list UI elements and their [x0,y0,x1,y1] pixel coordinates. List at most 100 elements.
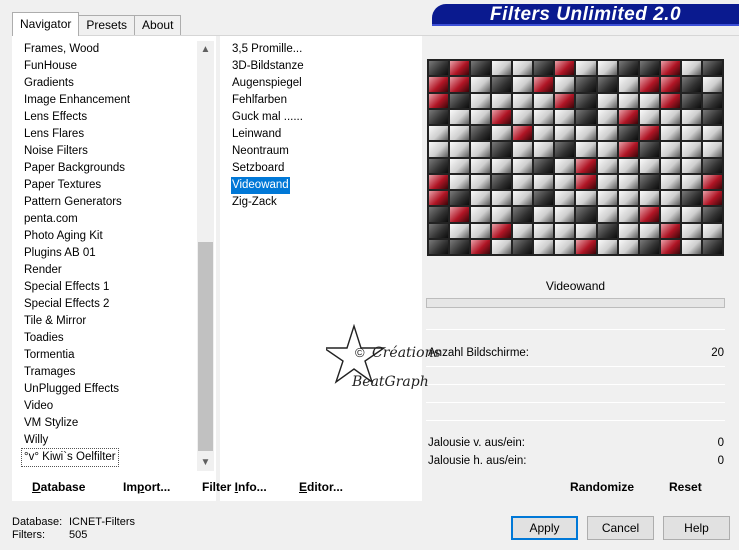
preview-tile [702,77,722,92]
param-row-anzahl[interactable]: Anzahl Bildschirme: 20 [428,347,724,363]
preview-tile [681,207,701,222]
category-item[interactable]: Paper Textures [24,177,204,194]
scroll-up-icon[interactable]: ▲ [197,41,214,58]
category-item[interactable]: FunHouse [24,58,204,75]
category-item[interactable]: Lens Effects [24,109,204,126]
category-item[interactable]: Pattern Generators [24,194,204,211]
preview-tile [702,93,722,108]
preview-tile [576,191,596,206]
status-db-value: ICNET-Filters [69,516,135,528]
preview-tile [429,174,449,189]
tab-presets[interactable]: Presets [78,15,136,36]
preview-tile [555,239,575,254]
preview-tile [660,239,680,254]
category-item[interactable]: penta.com [24,211,204,228]
preview-tile [639,207,659,222]
category-item[interactable]: Tile & Mirror [24,313,204,330]
tab-about[interactable]: About [134,15,182,36]
preview-tile [702,158,722,173]
preview-tile [429,142,449,157]
filter-item[interactable]: Augenspiegel [231,75,303,92]
category-item[interactable]: Special Effects 2 [24,296,204,313]
preview-tile [450,207,470,222]
category-item[interactable]: Render [24,262,204,279]
preview-tile [555,126,575,141]
preview-tile [555,223,575,238]
category-item[interactable]: Tramages [24,364,204,381]
preview-tile [492,239,512,254]
filter-item[interactable]: Leinwand [231,126,282,143]
filter-item[interactable]: Fehlfarben [231,92,288,109]
preview-tile [555,93,575,108]
watermark-line1: Créations [372,345,441,361]
filter-item[interactable]: Videowand [231,177,290,194]
category-item[interactable]: Frames, Wood [24,41,204,58]
preview-tile [534,93,554,108]
category-item[interactable]: Gradients [24,75,204,92]
randomize-button[interactable]: Randomize [570,480,634,494]
preview-tile [597,126,617,141]
reset-button[interactable]: Reset [669,480,702,494]
param-row-jalousie-h[interactable]: Jalousie h. aus/ein: 0 [428,455,724,471]
preview-tile [450,77,470,92]
cancel-button[interactable]: Cancel [587,516,654,540]
tab-strip: Navigator Presets About [12,12,182,36]
preview-tile [450,142,470,157]
filter-info-link[interactable]: Filter Info... [202,480,267,494]
category-item[interactable]: UnPlugged Effects [24,381,204,398]
filter-item[interactable]: Neontraum [231,143,290,160]
filter-item[interactable]: 3D-Bildstanze [231,58,305,75]
preview-tile [513,126,533,141]
database-link[interactable]: Database [32,480,85,494]
filter-info-text: nfo... [238,480,267,494]
filter-list[interactable]: 3,5 Promille... 3D-Bildstanze Augenspiegel… [231,41,411,211]
preview-tile [534,142,554,157]
category-item[interactable]: Tormentia [24,347,204,364]
category-item[interactable]: Video [24,398,204,415]
preview-tile [513,61,533,76]
category-item[interactable]: Image Enhancement [24,92,204,109]
category-item[interactable]: Plugins AB 01 [24,245,204,262]
category-item[interactable]: Noise Filters [24,143,204,160]
preview-tile [618,223,638,238]
category-item[interactable]: Willy [24,432,204,449]
status-info: Database: ICNET-Filters Filters: 505 [12,516,135,542]
preview-tile [639,126,659,141]
category-item[interactable]: Lens Flares [24,126,204,143]
preview-tile [555,142,575,157]
preview-tile [429,61,449,76]
category-scrollbar[interactable]: ▲ ▼ [197,41,214,471]
filter-item[interactable]: Guck mal ...... [231,109,304,126]
editor-link[interactable]: Editor... [299,480,343,494]
preview-tile [618,109,638,124]
import-link[interactable]: Import... [123,480,170,494]
filter-item[interactable]: Setzboard [231,160,285,177]
tab-navigator[interactable]: Navigator [12,12,80,36]
filter-item[interactable]: Zig-Zack [231,194,278,211]
status-filters-value: 505 [69,529,88,541]
preview-tile [450,61,470,76]
category-list[interactable]: Frames, Wood FunHouse Gradients Image Enhan… [21,41,204,467]
category-item[interactable]: Photo Aging Kit [24,228,204,245]
category-item[interactable]: Toadies [24,330,204,347]
scroll-thumb[interactable] [198,242,213,451]
category-item[interactable]: VM Stylize [24,415,204,432]
apply-button[interactable]: Apply [511,516,578,540]
preview-tile [639,158,659,173]
preview-tile [471,174,491,189]
category-item[interactable]: °v° Kiwi`s Oelfilter [21,448,119,467]
filter-item[interactable]: 3,5 Promille... [231,41,303,58]
preview-tile [681,223,701,238]
preview-tile [492,207,512,222]
param-row-jalousie-v[interactable]: Jalousie v. aus/ein: 0 [428,437,724,453]
preview-tile [555,61,575,76]
preview-tile [639,223,659,238]
preview-tile [597,223,617,238]
category-item[interactable]: Special Effects 1 [24,279,204,296]
preview-tile [660,109,680,124]
scroll-down-icon[interactable]: ▼ [197,454,214,471]
preview-tile [513,109,533,124]
help-button[interactable]: Help [663,516,730,540]
category-item[interactable]: Paper Backgrounds [24,160,204,177]
preview-tile [702,223,722,238]
